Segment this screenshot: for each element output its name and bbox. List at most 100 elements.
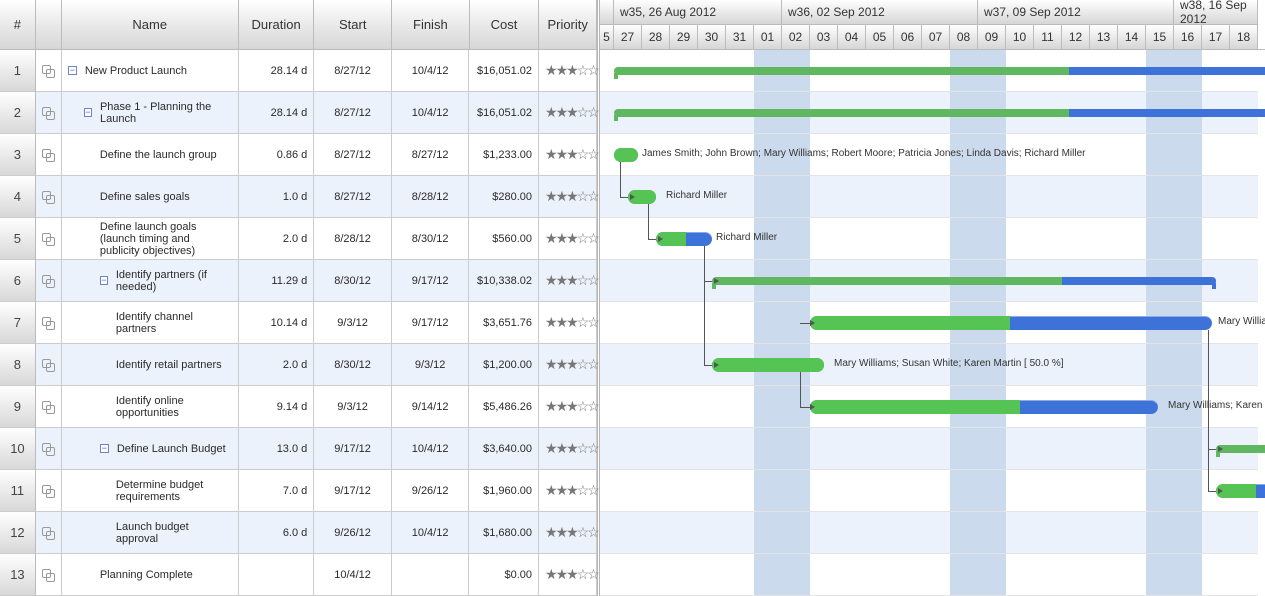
col-header-priority[interactable]: Priority	[539, 0, 597, 50]
task-name-cell[interactable]: −Identify partners (if needed)	[62, 260, 239, 302]
gantt-row[interactable]	[600, 50, 1258, 92]
col-header-start[interactable]: Start	[314, 0, 392, 50]
timeline-day-label[interactable]: 15	[1146, 25, 1174, 49]
cell-cost[interactable]: $10,338.02	[469, 260, 539, 302]
timeline-day-label[interactable]: 06	[894, 25, 922, 49]
gantt-summary-bar[interactable]	[712, 277, 1216, 285]
gantt-task-bar[interactable]	[810, 316, 1212, 330]
gantt-row[interactable]: Richard Miller	[600, 176, 1258, 218]
cell-start[interactable]: 8/30/12	[314, 344, 392, 386]
cell-cost[interactable]: $1,680.00	[469, 512, 539, 554]
table-row[interactable]: 9Identify online opportunities9.14 d9/3/…	[0, 386, 597, 428]
timeline-day-label[interactable]: 07	[922, 25, 950, 49]
cell-start[interactable]: 8/27/12	[314, 134, 392, 176]
task-name-cell[interactable]: Define the launch group	[62, 134, 239, 176]
priority-stars[interactable]: ★★★☆☆	[539, 92, 597, 134]
timeline-day-label[interactable]: 02	[782, 25, 810, 49]
gantt-row[interactable]	[600, 470, 1258, 512]
priority-stars[interactable]: ★★★☆☆	[539, 302, 597, 344]
cell-start[interactable]: 9/3/12	[314, 386, 392, 428]
cell-start[interactable]: 9/17/12	[314, 470, 392, 512]
cell-dur[interactable]: 28.14 d	[239, 92, 315, 134]
gantt-row[interactable]: Mary Williams; Susan White; Karen Martin…	[600, 344, 1258, 386]
timeline-day-label[interactable]: 03	[810, 25, 838, 49]
priority-stars[interactable]: ★★★☆☆	[539, 134, 597, 176]
row-number[interactable]: 1	[0, 50, 36, 92]
timeline-day-label[interactable]: 29	[670, 25, 698, 49]
priority-stars[interactable]: ★★★☆☆	[539, 50, 597, 92]
cell-finish[interactable]: 9/3/12	[392, 344, 470, 386]
table-row[interactable]: 1−New Product Launch28.14 d8/27/1210/4/1…	[0, 50, 597, 92]
timeline-day-label[interactable]: 18	[1230, 25, 1258, 49]
table-row[interactable]: 7Identify channel partners10.14 d9/3/129…	[0, 302, 597, 344]
cell-dur[interactable]: 28.14 d	[239, 50, 315, 92]
cell-dur[interactable]: 1.0 d	[239, 176, 315, 218]
timeline-day-label[interactable]: 17	[1202, 25, 1230, 49]
cell-start[interactable]: 9/3/12	[314, 302, 392, 344]
cell-dur[interactable]: 7.0 d	[239, 470, 315, 512]
row-number[interactable]: 11	[0, 470, 36, 512]
gantt-summary-bar[interactable]	[614, 67, 1265, 75]
timeline-day-label[interactable]: 10	[1006, 25, 1034, 49]
cell-start[interactable]: 8/27/12	[314, 92, 392, 134]
priority-stars[interactable]: ★★★☆☆	[539, 428, 597, 470]
row-number[interactable]: 10	[0, 428, 36, 470]
cell-dur[interactable]: 2.0 d	[239, 344, 315, 386]
timeline-week-label[interactable]: w36, 02 Sep 2012	[782, 0, 978, 25]
cell-finish[interactable]	[392, 554, 470, 596]
task-name-cell[interactable]: −Phase 1 - Planning the Launch	[62, 92, 239, 134]
cell-finish[interactable]: 9/14/12	[392, 386, 470, 428]
collapse-toggle-icon[interactable]: −	[68, 66, 77, 75]
timeline-day-label[interactable]: 27	[614, 25, 642, 49]
cell-cost[interactable]: $16,051.02	[469, 92, 539, 134]
timeline-day-label[interactable]: 12	[1062, 25, 1090, 49]
timeline-day-label[interactable]: 14	[1118, 25, 1146, 49]
table-row[interactable]: 11Determine budget requirements7.0 d9/17…	[0, 470, 597, 512]
task-name-cell[interactable]: Identify online opportunities	[62, 386, 239, 428]
task-name-cell[interactable]: Define launch goals (launch timing and p…	[62, 218, 239, 260]
cell-dur[interactable]: 13.0 d	[239, 428, 315, 470]
cell-dur[interactable]: 0.86 d	[239, 134, 315, 176]
cell-finish[interactable]: 8/28/12	[392, 176, 470, 218]
timeline-day-label[interactable]: 16	[1174, 25, 1202, 49]
task-name-cell[interactable]: Identify channel partners	[62, 302, 239, 344]
cell-cost[interactable]: $280.00	[469, 176, 539, 218]
timeline-week-label[interactable]: w35, 26 Aug 2012	[614, 0, 782, 25]
row-number[interactable]: 3	[0, 134, 36, 176]
table-row[interactable]: 10−Define Launch Budget13.0 d9/17/1210/4…	[0, 428, 597, 470]
table-row[interactable]: 5 Define launch goals (launch timing and …	[0, 218, 597, 260]
timeline-day-label[interactable]: 09	[978, 25, 1006, 49]
row-number[interactable]: 13	[0, 554, 36, 596]
timeline-week-label[interactable]: w37, 09 Sep 2012	[978, 0, 1174, 25]
gantt-row[interactable]: Richard Miller	[600, 218, 1258, 260]
priority-stars[interactable]: ★★★☆☆	[539, 260, 597, 302]
priority-stars[interactable]: ★★★☆☆	[539, 218, 597, 260]
priority-stars[interactable]: ★★★☆☆	[539, 470, 597, 512]
row-number[interactable]: 12	[0, 512, 36, 554]
cell-dur[interactable]	[239, 554, 315, 596]
task-name-cell[interactable]: −New Product Launch	[62, 50, 239, 92]
table-row[interactable]: 2−Phase 1 - Planning the Launch28.14 d8/…	[0, 92, 597, 134]
table-row[interactable]: 13Planning Complete10/4/12$0.00★★★☆☆	[0, 554, 597, 596]
cell-start[interactable]: 9/26/12	[314, 512, 392, 554]
gantt-row[interactable]: Mary Willia	[600, 302, 1258, 344]
timeline-day-label[interactable]: 05	[866, 25, 894, 49]
gantt-row[interactable]	[600, 260, 1258, 302]
gantt-row[interactable]: Mary Williams; Karen Martin; S	[600, 386, 1258, 428]
cell-cost[interactable]: $0.00	[469, 554, 539, 596]
gantt-task-bar[interactable]	[656, 232, 712, 246]
cell-cost[interactable]: $560.00	[469, 218, 539, 260]
gantt-row[interactable]	[600, 428, 1258, 470]
cell-start[interactable]: 10/4/12	[314, 554, 392, 596]
cell-cost[interactable]: $1,960.00	[469, 470, 539, 512]
gantt-task-bar[interactable]	[614, 148, 638, 162]
timeline-day-label[interactable]: 08	[950, 25, 978, 49]
row-number[interactable]: 5	[0, 218, 36, 260]
priority-stars[interactable]: ★★★☆☆	[539, 344, 597, 386]
row-number[interactable]: 7	[0, 302, 36, 344]
col-header-link[interactable]	[36, 0, 62, 50]
cell-start[interactable]: 8/27/12	[314, 50, 392, 92]
cell-finish[interactable]: 9/17/12	[392, 260, 470, 302]
cell-dur[interactable]: 11.29 d	[239, 260, 315, 302]
cell-finish[interactable]: 10/4/12	[392, 92, 470, 134]
